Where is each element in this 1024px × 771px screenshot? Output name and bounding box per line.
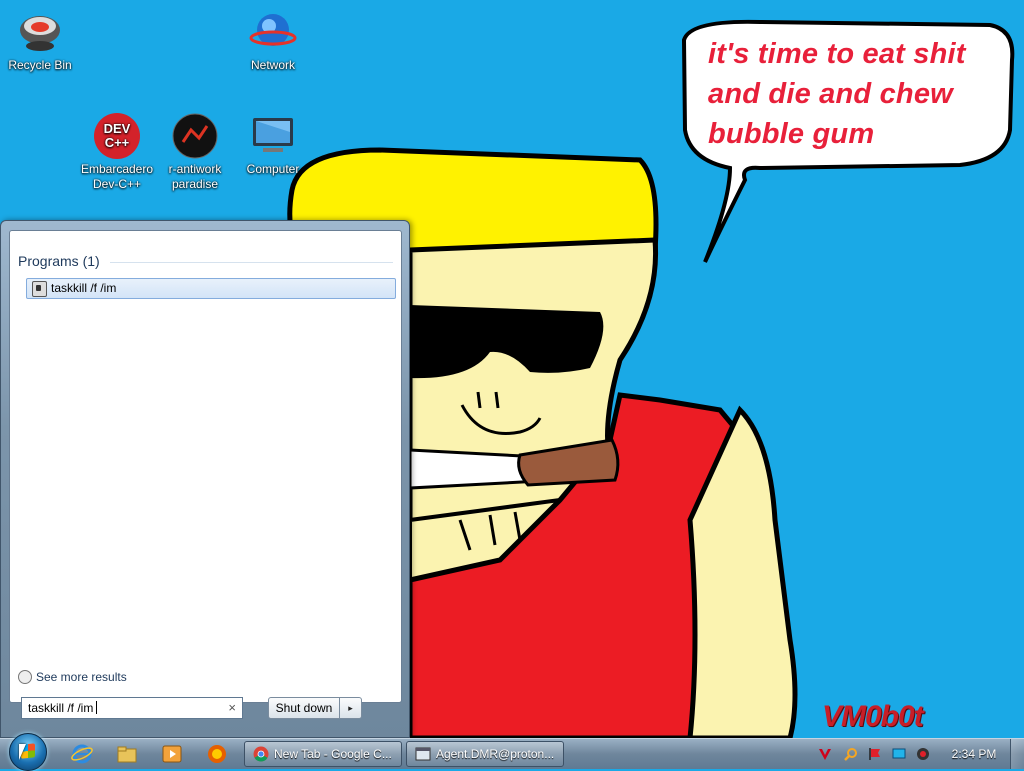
start-menu: Programs (1) taskkill /f /im See more re… xyxy=(0,220,410,738)
internet-explorer-icon[interactable] xyxy=(70,743,94,765)
display-icon[interactable] xyxy=(892,747,906,761)
speech-line: it's time to eat shit xyxy=(708,38,966,70)
windows-explorer-icon[interactable] xyxy=(115,743,139,765)
program-icon xyxy=(32,281,47,297)
shutdown-options-arrow[interactable]: ▸ xyxy=(340,697,362,719)
search-tray-icon[interactable] xyxy=(844,747,858,761)
speech-line: and die and chew xyxy=(708,78,953,110)
desktop-icon-label: Network xyxy=(250,58,295,72)
volume-icon[interactable] xyxy=(916,747,930,761)
desktop-icon-label: Recycle Bin xyxy=(8,58,72,72)
search-result-item[interactable]: taskkill /f /im xyxy=(26,278,396,299)
start-button[interactable] xyxy=(9,733,47,771)
desktop-icon-devcpp[interactable]: DEV C++ Embarcadero Dev-C++ xyxy=(77,112,157,192)
window-icon xyxy=(415,747,431,761)
media-player-icon[interactable] xyxy=(160,743,184,765)
svg-text:DEV: DEV xyxy=(104,121,131,136)
chrome-icon xyxy=(253,746,269,762)
taskbar-button-chrome[interactable]: New Tab - Google C... xyxy=(244,741,402,767)
recycle-bin-icon xyxy=(20,16,60,51)
computer-icon xyxy=(253,118,293,152)
show-desktop-button[interactable] xyxy=(1010,739,1024,769)
search-result-label: taskkill /f /im xyxy=(51,281,117,295)
antivirus-icon[interactable] xyxy=(818,747,832,761)
search-input[interactable]: taskkill /f /im xyxy=(28,701,97,715)
desktop-icon-recycle-bin[interactable]: Recycle Bin xyxy=(0,8,80,73)
speech-line: bubble gum xyxy=(708,118,875,150)
search-icon xyxy=(18,670,32,684)
taskbar-button-agent[interactable]: Agent.DMR@proton... xyxy=(406,741,564,767)
desktop-icon-computer[interactable]: Computer xyxy=(233,112,313,177)
see-more-label: See more results xyxy=(36,670,127,684)
mouse-cursor-icon xyxy=(19,744,26,760)
wallpaper-logo: VM0b0t xyxy=(822,700,924,733)
flag-icon[interactable] xyxy=(868,747,882,761)
firefox-icon[interactable] xyxy=(205,743,229,765)
start-search-box[interactable]: taskkill /f /im × xyxy=(21,697,243,719)
taskbar: New Tab - Google C... Agent.DMR@proton..… xyxy=(0,733,1024,771)
desktop-icon-label: Embarcadero Dev-C++ xyxy=(80,162,154,191)
desktop-icon-r-antiwork[interactable]: r-antiwork paradise xyxy=(155,112,235,192)
taskbar-button-label: Agent.DMR@proton... xyxy=(436,747,555,761)
taskbar-button-label: New Tab - Google C... xyxy=(274,747,392,761)
desktop-icon-network[interactable]: Network xyxy=(233,8,313,73)
desktop-icon-label: r-antiwork paradise xyxy=(168,162,222,191)
r-antiwork-icon xyxy=(172,113,218,159)
divider xyxy=(110,262,393,263)
desktop-icon-label: Computer xyxy=(246,162,300,176)
svg-text:C++: C++ xyxy=(105,135,130,150)
clear-search-icon[interactable]: × xyxy=(228,700,236,715)
devcpp-icon: DEV C++ xyxy=(94,113,140,159)
taskbar-clock[interactable]: 2:34 PM xyxy=(948,739,1000,769)
programs-group-header: Programs (1) xyxy=(18,253,100,269)
search-results-pane: Programs (1) taskkill /f /im See more re… xyxy=(9,230,402,703)
shutdown-button[interactable]: Shut down xyxy=(268,697,340,719)
speech-bubble-text: it's time to eat shit and die and chew b… xyxy=(708,34,1008,154)
network-icon xyxy=(249,14,297,46)
